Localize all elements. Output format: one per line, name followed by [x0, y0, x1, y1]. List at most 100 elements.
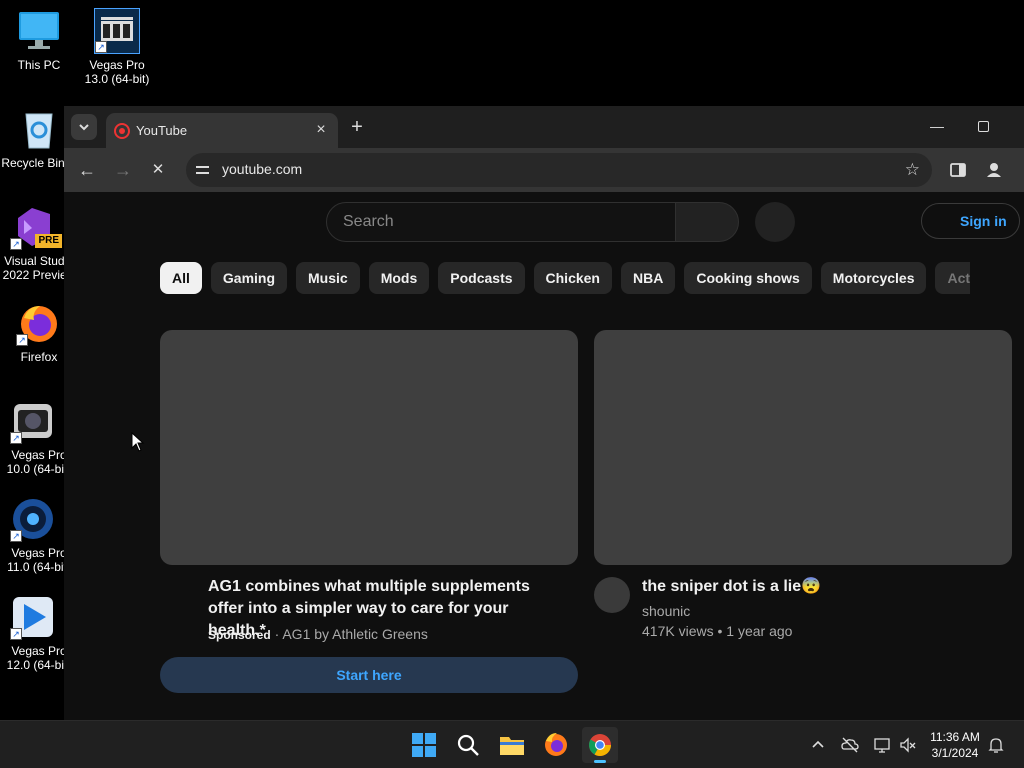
firefox-icon: [545, 733, 567, 756]
vegas-play-icon: ↗: [10, 594, 56, 640]
chevron-down-icon: [79, 124, 89, 131]
loading-favicon-icon: [114, 123, 130, 139]
vegas-camera-icon: ↗: [10, 398, 56, 444]
volume-muted-icon[interactable]: [898, 735, 918, 755]
profile-icon: [987, 163, 1001, 177]
search-input[interactable]: Search: [326, 202, 676, 242]
back-button[interactable]: ←: [73, 156, 101, 184]
desktop-icon-label: Vegas Pro 11.0 (64-bit): [7, 546, 66, 574]
search-placeholder: Search: [343, 213, 394, 230]
channel-name[interactable]: shounic: [642, 601, 690, 621]
recycle-bin-icon: [16, 106, 62, 152]
shortcut-arrow-icon: ↗: [10, 628, 22, 640]
start-button[interactable]: [406, 727, 442, 763]
taskbar-search-button[interactable]: [450, 727, 486, 763]
clock-time: 11:36 AM: [930, 730, 980, 744]
url-text[interactable]: youtube.com: [222, 161, 302, 177]
chip-podcasts[interactable]: Podcasts: [438, 262, 525, 294]
mouse-cursor-icon: [131, 432, 145, 452]
onedrive-offline-icon[interactable]: [840, 735, 860, 755]
desktop-icon-visual-studio[interactable]: PRE ↗ Visual Studio 2022 Preview: [0, 204, 66, 282]
youtube-page: Search Sign in All Gaming Music Mods Podcast…: [64, 192, 1024, 720]
desktop-icon-label: This PC: [17, 58, 61, 72]
ad-meta: Sponsored · AG1 by Athletic Greens: [208, 624, 428, 645]
firefox-icon: ↗: [16, 300, 62, 346]
shortcut-arrow-icon: ↗: [95, 41, 107, 53]
folder-icon: [500, 737, 524, 755]
notification-bell-icon[interactable]: [986, 735, 1006, 755]
address-bar[interactable]: youtube.com ☆: [186, 153, 932, 187]
chrome-taskbar-button[interactable]: [582, 727, 618, 763]
bookmark-star-icon[interactable]: ☆: [905, 158, 920, 182]
vegas-lens-icon: ↗: [10, 496, 56, 542]
maximize-button[interactable]: [968, 115, 998, 137]
side-panel-button[interactable]: [944, 156, 972, 184]
stop-loading-button[interactable]: ✕: [144, 156, 172, 184]
desktop-icon-label: Vegas Pro 13.0 (64-bit): [84, 58, 150, 86]
monitor-icon: [16, 8, 62, 54]
chip-chicken[interactable]: Chicken: [533, 262, 612, 294]
shortcut-arrow-icon: ↗: [10, 432, 22, 444]
chrome-icon: [589, 734, 611, 756]
shortcut-arrow-icon: ↗: [16, 334, 28, 346]
taskbar: 11:36 AM 3/1/2024: [0, 720, 1024, 768]
active-indicator: [594, 760, 606, 763]
clock[interactable]: 11:36 AM 3/1/2024: [922, 729, 988, 761]
video-thumbnail-placeholder[interactable]: [594, 330, 1012, 565]
tab-strip: YouTube × + —: [64, 106, 1024, 148]
desktop-icon-label: Vegas Pro 12.0 (64-bit): [6, 644, 66, 672]
site-info-icon[interactable]: [194, 161, 212, 179]
desktop-icon-vegas-pro-12[interactable]: ↗ Vegas Pro 12.0 (64-bit): [0, 594, 66, 672]
video-title[interactable]: the sniper dot is a lie😨: [642, 576, 1002, 598]
chip-music[interactable]: Music: [296, 262, 360, 294]
visual-studio-icon: PRE ↗: [10, 204, 62, 250]
preview-badge: PRE: [35, 234, 62, 248]
category-chips: All Gaming Music Mods Podcasts Chicken NBA Cook…: [160, 262, 970, 296]
chip-motorcycles[interactable]: Motorcycles: [820, 262, 927, 294]
voice-search-button[interactable]: [755, 202, 795, 242]
browser-toolbar: ← → ✕ youtube.com ☆: [64, 148, 1024, 192]
sign-in-button[interactable]: Sign in: [921, 203, 1020, 239]
desktop-icon-vegas-pro-11[interactable]: ↗ Vegas Pro 11.0 (64-bit): [0, 496, 66, 574]
desktop-icon-vegas-pro-13[interactable]: ↗ Vegas Pro 13.0 (64-bit): [78, 8, 156, 86]
file-explorer-button[interactable]: [494, 727, 530, 763]
forward-button[interactable]: →: [109, 156, 137, 184]
desktop: This PC ↗ Vegas Pro 13.0 (64-bit) Recycl…: [0, 0, 1024, 720]
network-icon[interactable]: [872, 735, 892, 755]
chip-mods[interactable]: Mods: [368, 262, 430, 294]
video-thumbnail-placeholder[interactable]: [160, 330, 578, 565]
tab-close-icon[interactable]: ×: [312, 121, 330, 139]
show-hidden-icons-chevron-icon[interactable]: [808, 735, 828, 755]
chip-all[interactable]: All: [160, 262, 202, 294]
chip-nba[interactable]: NBA: [620, 262, 676, 294]
sponsored-label: Sponsored: [208, 628, 271, 642]
minimize-button[interactable]: —: [922, 115, 952, 137]
search-icon: [457, 734, 479, 756]
desktop-icon-label: Recycle Bin: [1, 156, 65, 170]
tab-title: YouTube: [136, 123, 188, 138]
profile-button[interactable]: [980, 156, 1008, 184]
browser-window: YouTube × + — ← → ✕ youtube.com ☆ Search…: [64, 106, 1024, 720]
video-meta: 417K views • 1 year ago: [642, 623, 793, 639]
search-button[interactable]: [675, 202, 739, 242]
chip-cooking-shows[interactable]: Cooking shows: [684, 262, 812, 294]
shortcut-arrow-icon: ↗: [10, 238, 22, 250]
clock-date: 3/1/2024: [931, 746, 979, 760]
chip-gaming[interactable]: Gaming: [210, 262, 288, 294]
tab-youtube[interactable]: YouTube ×: [106, 113, 338, 148]
desktop-icon-vegas-pro-10[interactable]: ↗ Vegas Pro 10.0 (64-bit): [0, 398, 66, 476]
new-tab-button[interactable]: +: [344, 116, 370, 138]
advertiser-name[interactable]: · AG1 by Athletic Greens: [275, 626, 428, 642]
desktop-icon-label: Vegas Pro 10.0 (64-bit): [6, 448, 66, 476]
desktop-icon-this-pc[interactable]: This PC: [0, 8, 78, 72]
firefox-taskbar-button[interactable]: [538, 727, 574, 763]
side-panel-icon: [950, 163, 966, 177]
start-here-button[interactable]: Start here: [160, 657, 578, 693]
film-strip-icon: ↗: [94, 8, 140, 54]
chip-act[interactable]: Act: [935, 262, 970, 294]
tab-search-button[interactable]: [71, 114, 97, 140]
shortcut-arrow-icon: ↗: [10, 530, 22, 542]
desktop-icon-label: Visual Studio 2022 Preview: [2, 254, 66, 282]
channel-avatar[interactable]: [594, 577, 630, 613]
windows-logo-icon: [412, 733, 436, 757]
